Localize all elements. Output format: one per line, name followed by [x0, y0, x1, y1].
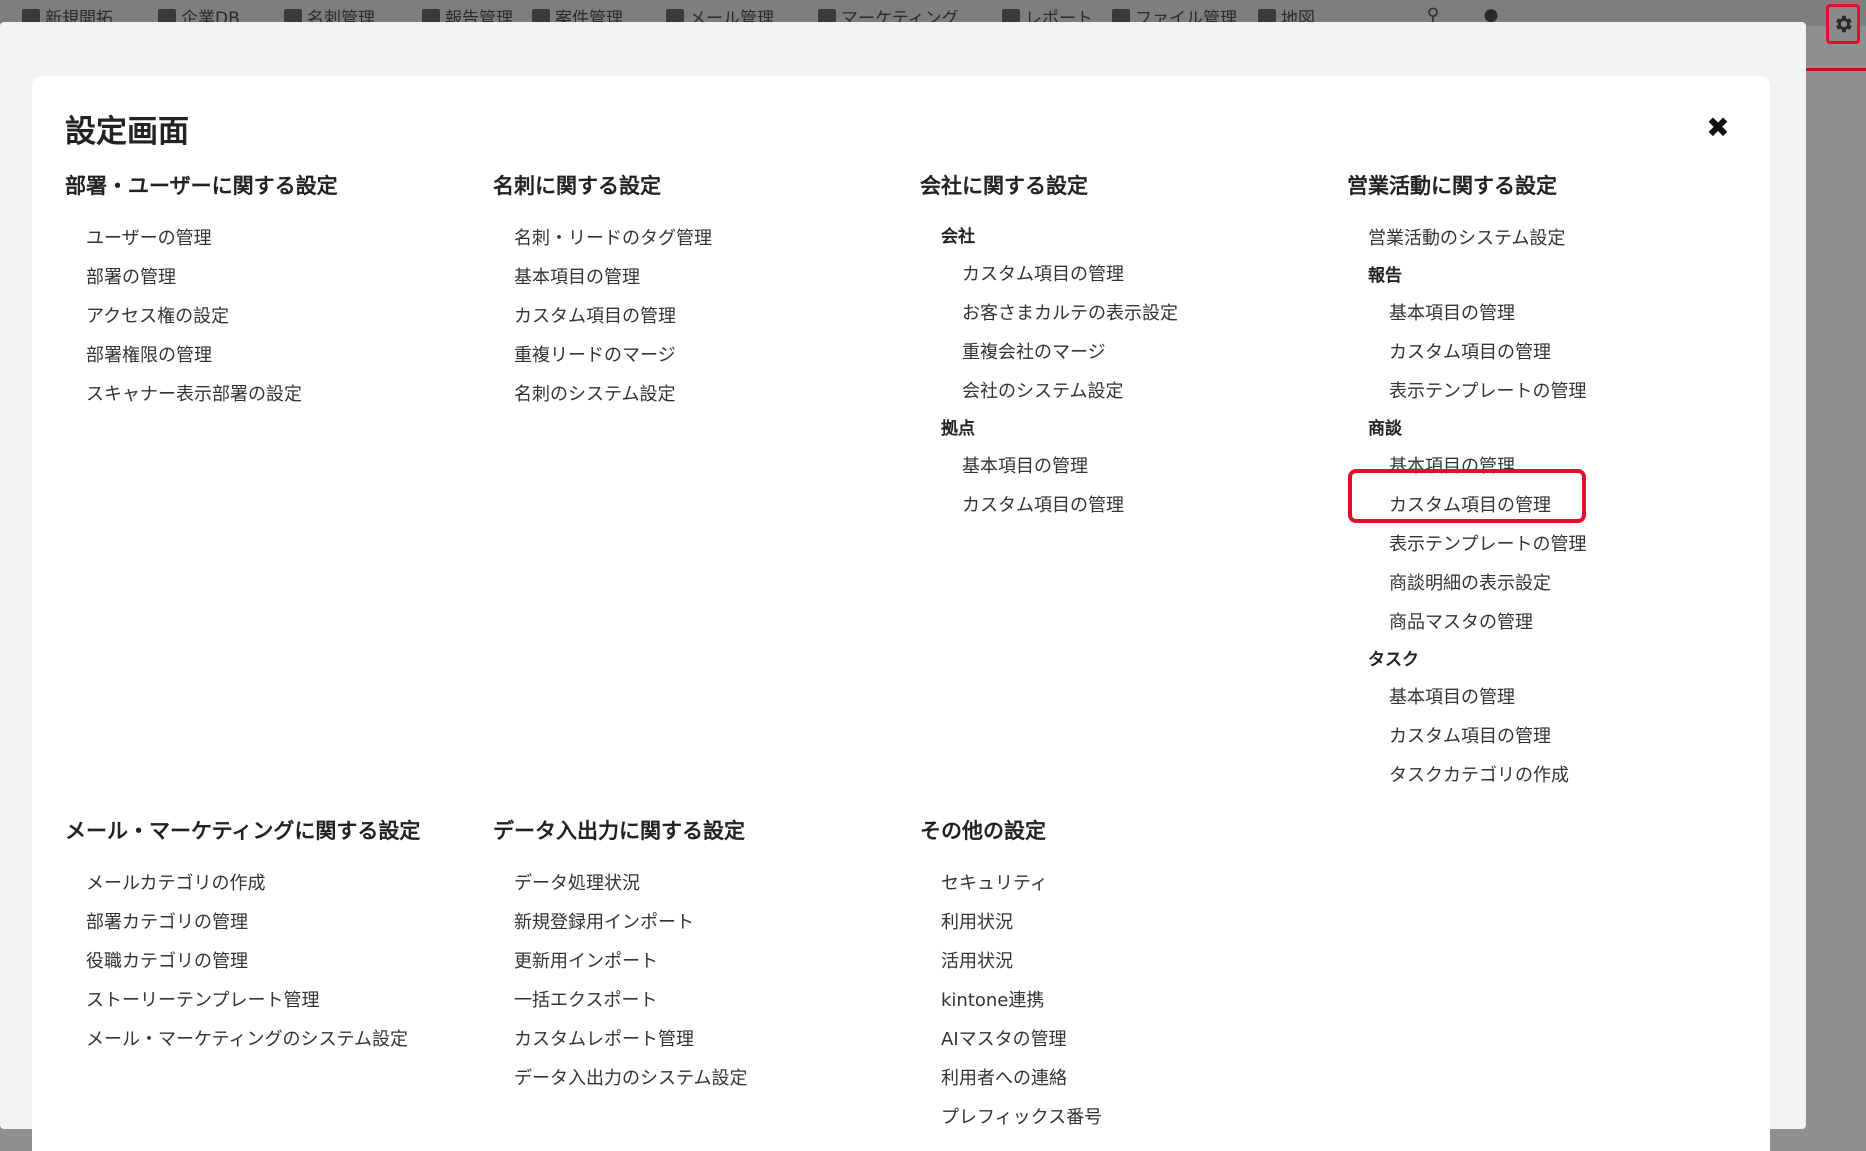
link-custom-report[interactable]: カスタムレポート管理: [493, 1020, 747, 1059]
link-update-import[interactable]: 更新用インポート: [493, 942, 747, 981]
section-title-mail: メール・マーケティングに関する設定: [65, 819, 421, 843]
section-title-data: データ入出力に関する設定: [493, 819, 745, 843]
link-branch-basic-fields[interactable]: 基本項目の管理: [920, 447, 1178, 486]
group-label-branch: 拠点: [941, 419, 975, 439]
link-user-contact[interactable]: 利用者への連絡: [920, 1059, 1102, 1098]
link-data-system-settings[interactable]: データ入出力のシステム設定: [493, 1059, 747, 1098]
section-title-cards: 名刺に関する設定: [493, 174, 661, 198]
link-deal-detail-display[interactable]: 商談明細の表示設定: [1347, 564, 1586, 603]
link-task-basic-fields[interactable]: 基本項目の管理: [1347, 678, 1586, 717]
background-accent-line: [1806, 68, 1866, 71]
link-merge-duplicate-leads[interactable]: 重複リードのマージ: [493, 336, 712, 375]
link-scanner-departments[interactable]: スキャナー表示部署の設定: [65, 375, 338, 414]
link-card-system-settings[interactable]: 名刺のシステム設定: [493, 375, 712, 414]
section-sales: 営業活動に関する設定 営業活動のシステム設定 報告 基本項目の管理 カスタム項目…: [1347, 172, 1586, 795]
section-title-sales: 営業活動に関する設定: [1347, 174, 1557, 198]
settings-panel: 設定画面 ✖ 部署・ユーザーに関する設定 ユーザーの管理 部署の管理 アクセス権…: [32, 76, 1770, 1151]
section-data-io: データ入出力に関する設定 データ処理状況 新規登録用インポート 更新用インポート…: [493, 817, 747, 1098]
link-report-custom-fields[interactable]: カスタム項目の管理: [1347, 333, 1586, 372]
link-data-processing-status[interactable]: データ処理状況: [493, 864, 747, 903]
link-company-custom-fields[interactable]: カスタム項目の管理: [920, 255, 1178, 294]
link-card-custom-fields[interactable]: カスタム項目の管理: [493, 297, 712, 336]
link-department-category[interactable]: 部署カテゴリの管理: [65, 903, 420, 942]
link-kintone[interactable]: kintone連携: [920, 981, 1102, 1020]
link-customer-chart-display[interactable]: お客さまカルテの表示設定: [920, 294, 1178, 333]
link-sales-system-settings[interactable]: 営業活動のシステム設定: [1347, 219, 1586, 258]
link-branch-custom-fields[interactable]: カスタム項目の管理: [920, 486, 1178, 525]
group-label-deal: 商談: [1368, 419, 1402, 439]
page-title: 設定画面: [65, 114, 189, 150]
section-title-users: 部署・ユーザーに関する設定: [65, 174, 338, 198]
link-prefix-number[interactable]: プレフィックス番号: [920, 1098, 1102, 1137]
link-ai-master[interactable]: AIマスタの管理: [920, 1020, 1102, 1059]
link-department-permissions[interactable]: 部署権限の管理: [65, 336, 338, 375]
link-utilization-status[interactable]: 活用状況: [920, 942, 1102, 981]
link-user-management[interactable]: ユーザーの管理: [65, 219, 338, 258]
link-task-custom-fields[interactable]: カスタム項目の管理: [1347, 717, 1586, 756]
link-mail-category-create[interactable]: メールカテゴリの作成: [65, 864, 420, 903]
link-bulk-export[interactable]: 一括エクスポート: [493, 981, 747, 1020]
link-merge-duplicate-companies[interactable]: 重複会社のマージ: [920, 333, 1178, 372]
group-label-company: 会社: [941, 227, 975, 247]
section-title-other: その他の設定: [920, 819, 1046, 843]
link-report-basic-fields[interactable]: 基本項目の管理: [1347, 294, 1586, 333]
settings-modal-backdrop: 設定画面 ✖ 部署・ユーザーに関する設定 ユーザーの管理 部署の管理 アクセス権…: [0, 22, 1806, 1151]
section-title-company: 会社に関する設定: [920, 174, 1088, 198]
link-access-settings[interactable]: アクセス権の設定: [65, 297, 338, 336]
link-department-management[interactable]: 部署の管理: [65, 258, 338, 297]
link-card-tags[interactable]: 名刺・リードのタグ管理: [493, 219, 712, 258]
link-deal-basic-fields[interactable]: 基本項目の管理: [1347, 447, 1586, 486]
section-mail-marketing: メール・マーケティングに関する設定 メールカテゴリの作成 部署カテゴリの管理 役…: [65, 817, 420, 1059]
link-story-template[interactable]: ストーリーテンプレート管理: [65, 981, 420, 1020]
section-cards: 名刺に関する設定 名刺・リードのタグ管理 基本項目の管理 カスタム項目の管理 重…: [493, 172, 712, 414]
link-task-category-create[interactable]: タスクカテゴリの作成: [1347, 756, 1586, 795]
group-label-report: 報告: [1368, 266, 1402, 286]
settings-gear-button[interactable]: [1826, 4, 1860, 44]
close-icon[interactable]: ✖: [1704, 114, 1732, 142]
link-company-system-settings[interactable]: 会社のシステム設定: [920, 372, 1178, 411]
link-deal-custom-fields[interactable]: カスタム項目の管理: [1347, 486, 1586, 525]
section-users: 部署・ユーザーに関する設定 ユーザーの管理 部署の管理 アクセス権の設定 部署権…: [65, 172, 338, 414]
link-position-category[interactable]: 役職カテゴリの管理: [65, 942, 420, 981]
group-label-task: タスク: [1368, 650, 1419, 670]
link-security[interactable]: セキュリティ: [920, 864, 1102, 903]
link-usage-status[interactable]: 利用状況: [920, 903, 1102, 942]
link-new-import[interactable]: 新規登録用インポート: [493, 903, 747, 942]
link-mail-system-settings[interactable]: メール・マーケティングのシステム設定: [65, 1020, 420, 1059]
section-company: 会社に関する設定 会社 カスタム項目の管理 お客さまカルテの表示設定 重複会社の…: [920, 172, 1178, 525]
link-deal-display-templates[interactable]: 表示テンプレートの管理: [1347, 525, 1586, 564]
link-card-basic-fields[interactable]: 基本項目の管理: [493, 258, 712, 297]
section-other: その他の設定 セキュリティ 利用状況 活用状況 kintone連携 AIマスタの…: [920, 817, 1102, 1137]
link-product-master[interactable]: 商品マスタの管理: [1347, 603, 1586, 642]
gear-icon: [1836, 15, 1852, 33]
link-report-display-templates[interactable]: 表示テンプレートの管理: [1347, 372, 1586, 411]
